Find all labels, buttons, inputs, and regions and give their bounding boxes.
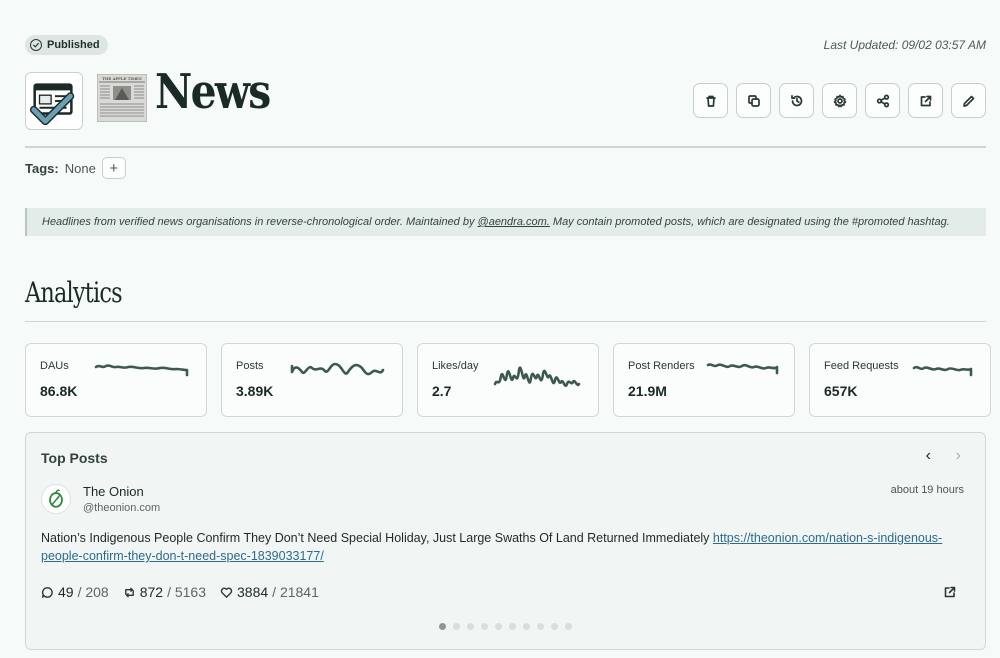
gear-icon (833, 94, 846, 107)
stat-card-feed-requests: Feed Requests 657K (809, 343, 991, 417)
reposts-total: / 5163 (167, 584, 207, 600)
divider (25, 146, 986, 148)
likes-count: 3884 (237, 584, 269, 600)
tags-label: Tags: (25, 160, 59, 176)
stat-label: Feed Requests (824, 360, 899, 372)
previous-post-button[interactable]: ‹ (926, 447, 931, 465)
top-posts-title: Top Posts (41, 450, 108, 466)
stat-value: 2.7 (432, 383, 452, 399)
pagination-dot[interactable] (495, 623, 502, 630)
share-button[interactable] (865, 83, 900, 118)
comment-icon (41, 586, 53, 598)
description-text: Headlines from verified news organisatio… (42, 216, 478, 228)
paper-masthead: THE APPLE TIMES (102, 76, 142, 81)
description-text-end: May contain promoted posts, which are de… (549, 216, 950, 228)
pagination-dot[interactable] (537, 623, 544, 630)
add-tag-button[interactable]: + (101, 157, 126, 179)
stat-card-post-renders: Post Renders 21.9M (613, 343, 795, 417)
history-button[interactable] (779, 83, 814, 118)
feed-header: THE APPLE TIMES News (25, 64, 986, 130)
trash-icon (705, 95, 716, 107)
author-name[interactable]: The Onion (83, 484, 144, 499)
likes-metric: 3884 / 21841 (220, 584, 319, 600)
status-badge: Published (25, 35, 108, 55)
stat-value: 657K (824, 383, 858, 399)
pagination-dot[interactable] (551, 623, 558, 630)
newspaper-icon: THE APPLE TIMES (96, 73, 148, 123)
stat-card-likes-per-day: Likes/day 2.7 (417, 343, 599, 417)
stat-card-daus: DAUs 86.8K (25, 343, 207, 417)
action-toolbar (693, 83, 986, 118)
stat-value: 21.9M (628, 383, 667, 399)
pagination-dot[interactable] (467, 623, 474, 630)
post-metrics: 49 / 208 872 / 5163 3884 / 21841 (41, 584, 319, 600)
post-pagination (439, 623, 572, 630)
edit-button[interactable] (951, 83, 986, 118)
last-updated: Last Updated: 09/02 03:57 AM (823, 38, 986, 52)
sparkline (912, 365, 973, 377)
pagination-dot[interactable] (509, 623, 516, 630)
external-link-icon (920, 95, 931, 106)
reposts-count: 872 (139, 584, 164, 600)
settings-button[interactable] (822, 83, 857, 118)
share-icon (876, 94, 889, 107)
delete-button[interactable] (693, 83, 728, 118)
open-external-button[interactable] (908, 83, 943, 118)
analytics-heading: Analytics (25, 276, 123, 309)
feed-avatar-icon (25, 72, 83, 130)
stat-card-posts: Posts 3.89K (221, 343, 403, 417)
top-posts-card: Top Posts ‹ › The Onion @theonion.com ab… (25, 432, 986, 650)
author-avatar-icon (41, 484, 71, 514)
divider (25, 321, 986, 322)
replies-metric: 49 / 208 (41, 584, 109, 600)
repost-icon (124, 587, 134, 597)
pencil-icon (962, 95, 974, 107)
copy-icon (747, 94, 760, 107)
replies-count: 49 (58, 584, 74, 600)
pagination-dot[interactable] (565, 623, 572, 630)
next-post-button[interactable]: › (956, 447, 961, 465)
sparkline (706, 363, 779, 375)
analytics-stats: DAUs 86.8K Posts 3.89K Likes/day 2.7 Pos… (25, 343, 991, 417)
feed-description: Headlines from verified news organisatio… (25, 208, 986, 236)
pagination-dot[interactable] (481, 623, 488, 630)
header-row: Published Last Updated: 09/02 03:57 AM (25, 35, 986, 55)
tags-value: None (64, 160, 96, 176)
duplicate-button[interactable] (736, 83, 771, 118)
replies-total: / 208 (77, 584, 109, 600)
post-body: Nation’s Indigenous People Confirm They … (41, 529, 965, 565)
stat-value: 3.89K (236, 383, 274, 399)
sparkline (290, 362, 385, 376)
stat-label: Likes/day (432, 360, 479, 372)
likes-total: / 21841 (272, 584, 319, 600)
status-label: Published (47, 39, 100, 51)
open-post-button[interactable] (943, 585, 957, 604)
pagination-dot[interactable] (453, 623, 460, 630)
maintainer-link[interactable]: @aendra.com. (478, 216, 550, 228)
sparkline (493, 366, 581, 387)
stat-label: Post Renders (628, 360, 695, 372)
pagination-dot[interactable] (523, 623, 530, 630)
post-time: about 19 hours (890, 484, 964, 496)
external-link-icon (944, 586, 956, 598)
check-circle-icon (30, 39, 42, 51)
stat-value: 86.8K (40, 383, 78, 399)
feed-title: News (155, 64, 271, 120)
author-handle[interactable]: @theonion.com (83, 502, 160, 514)
post-text: Nation’s Indigenous People Confirm They … (41, 531, 713, 545)
pagination-dot[interactable] (439, 623, 446, 630)
sparkline (94, 364, 189, 377)
tags-row: Tags: None + (25, 157, 126, 179)
stat-label: Posts (236, 360, 264, 372)
heart-icon (220, 587, 233, 598)
stat-label: DAUs (40, 360, 69, 372)
reposts-metric: 872 / 5163 (123, 584, 206, 600)
history-icon (790, 94, 802, 106)
